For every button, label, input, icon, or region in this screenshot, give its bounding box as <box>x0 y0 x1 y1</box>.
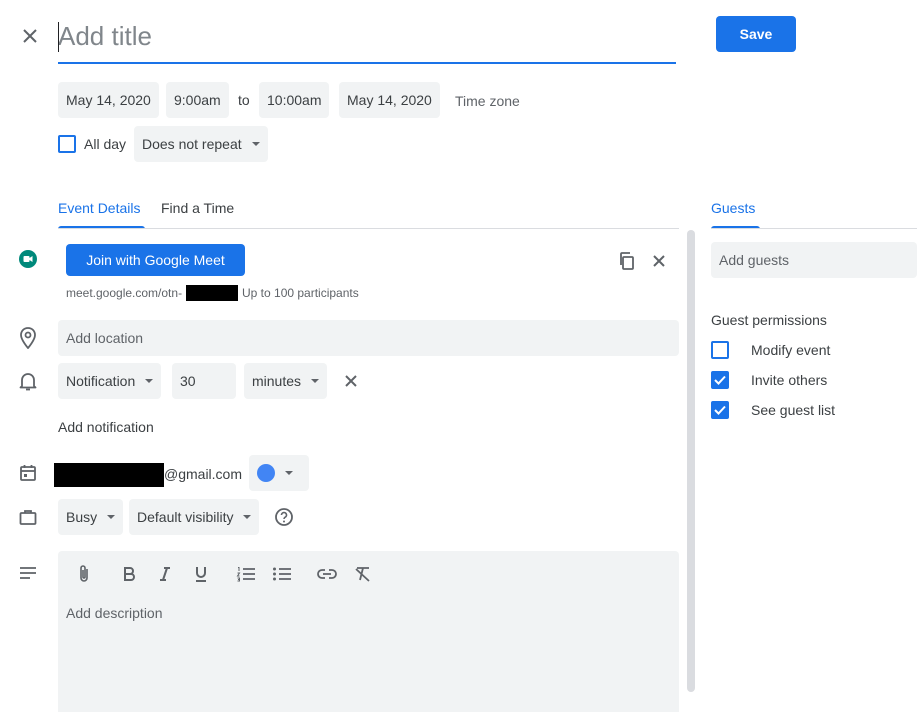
help-icon[interactable] <box>272 505 296 529</box>
repeat-value: Does not repeat <box>142 136 242 152</box>
modify-event-checkbox[interactable] <box>711 341 729 359</box>
title-input[interactable] <box>58 12 676 60</box>
close-icon[interactable] <box>18 24 42 48</box>
scrollbar[interactable] <box>687 230 695 692</box>
invite-others-checkbox[interactable] <box>711 371 729 389</box>
bold-icon[interactable] <box>115 560 143 588</box>
invite-others-label: Invite others <box>751 372 828 388</box>
guests-divider <box>711 228 917 229</box>
see-guest-list-label: See guest list <box>751 402 836 418</box>
start-time: 9:00am <box>174 92 221 108</box>
calendar-icon <box>16 461 40 485</box>
calendar-color-dropdown[interactable] <box>249 455 309 491</box>
italic-icon[interactable] <box>151 560 179 588</box>
notification-type: Notification <box>66 373 136 389</box>
chevron-down-icon <box>243 515 252 519</box>
visibility-value: Default visibility <box>137 509 234 525</box>
chevron-down-icon <box>145 379 154 383</box>
location-field[interactable] <box>58 320 679 356</box>
notification-type-dropdown[interactable]: Notification <box>58 363 162 399</box>
tabs-divider <box>58 228 679 229</box>
end-time: 10:00am <box>267 92 322 108</box>
bulleted-list-icon[interactable] <box>268 560 296 588</box>
all-day-checkbox[interactable] <box>58 135 76 153</box>
save-button[interactable]: Save <box>716 16 796 52</box>
location-input[interactable] <box>58 320 679 356</box>
availability-dropdown[interactable]: Busy <box>58 499 124 535</box>
guest-permissions-title: Guest permissions <box>711 312 827 328</box>
notification-amount-field[interactable]: 30 <box>172 363 236 399</box>
remove-meet-icon[interactable] <box>647 249 671 273</box>
availability-status: Busy <box>66 509 98 525</box>
attachment-icon[interactable] <box>70 560 98 588</box>
description-placeholder: Add description <box>66 605 163 621</box>
title-field[interactable] <box>58 12 676 64</box>
bell-icon <box>16 369 40 393</box>
remove-notification-icon[interactable] <box>339 369 363 393</box>
clear-formatting-icon[interactable] <box>349 560 377 588</box>
tab-find-a-time[interactable]: Find a Time <box>161 200 234 216</box>
add-guests-input[interactable] <box>711 242 917 278</box>
add-notification-link[interactable]: Add notification <box>58 419 154 435</box>
check-icon <box>714 405 726 415</box>
all-day-label: All day <box>84 136 127 152</box>
redacted-email-user <box>54 463 164 487</box>
start-date-chip[interactable]: May 14, 2020 <box>58 82 159 118</box>
see-guest-list-checkbox[interactable] <box>711 401 729 419</box>
meet-participants: Up to 100 participants <box>242 286 359 300</box>
join-meet-button[interactable]: Join with Google Meet <box>66 244 245 276</box>
end-date: May 14, 2020 <box>347 92 432 108</box>
chevron-down-icon <box>285 471 293 475</box>
chevron-down-icon <box>107 515 116 519</box>
notification-unit-dropdown[interactable]: minutes <box>244 363 328 399</box>
underline-icon[interactable] <box>187 560 215 588</box>
tab-event-details[interactable]: Event Details <box>58 200 140 216</box>
copy-icon[interactable] <box>615 249 639 273</box>
notification-unit: minutes <box>252 373 302 389</box>
calendar-email-suffix: @gmail.com <box>164 466 243 482</box>
notification-amount: 30 <box>180 373 196 389</box>
chevron-down-icon <box>311 379 320 383</box>
visibility-dropdown[interactable]: Default visibility <box>129 499 260 535</box>
repeat-dropdown[interactable]: Does not repeat <box>134 126 268 162</box>
link-icon[interactable] <box>313 560 341 588</box>
color-swatch <box>257 464 275 482</box>
redacted-meet-code <box>186 285 238 301</box>
timezone-link[interactable]: Time zone <box>455 93 520 109</box>
add-guests-field[interactable] <box>711 242 917 278</box>
briefcase-icon <box>16 505 40 529</box>
start-date: May 14, 2020 <box>66 92 151 108</box>
google-meet-icon <box>16 247 40 271</box>
end-date-chip[interactable]: May 14, 2020 <box>339 82 440 118</box>
check-icon <box>714 375 726 385</box>
chevron-down-icon <box>251 142 260 146</box>
start-time-chip[interactable]: 9:00am <box>166 82 229 118</box>
location-pin-icon <box>16 326 40 350</box>
text-cursor <box>58 22 59 52</box>
modify-event-label: Modify event <box>751 342 831 358</box>
end-time-chip[interactable]: 10:00am <box>259 82 330 118</box>
numbered-list-icon[interactable] <box>232 560 260 588</box>
to-label: to <box>238 92 250 108</box>
meet-link[interactable]: meet.google.com/otn- <box>66 286 182 300</box>
description-icon <box>16 561 40 585</box>
tab-guests[interactable]: Guests <box>711 200 755 216</box>
